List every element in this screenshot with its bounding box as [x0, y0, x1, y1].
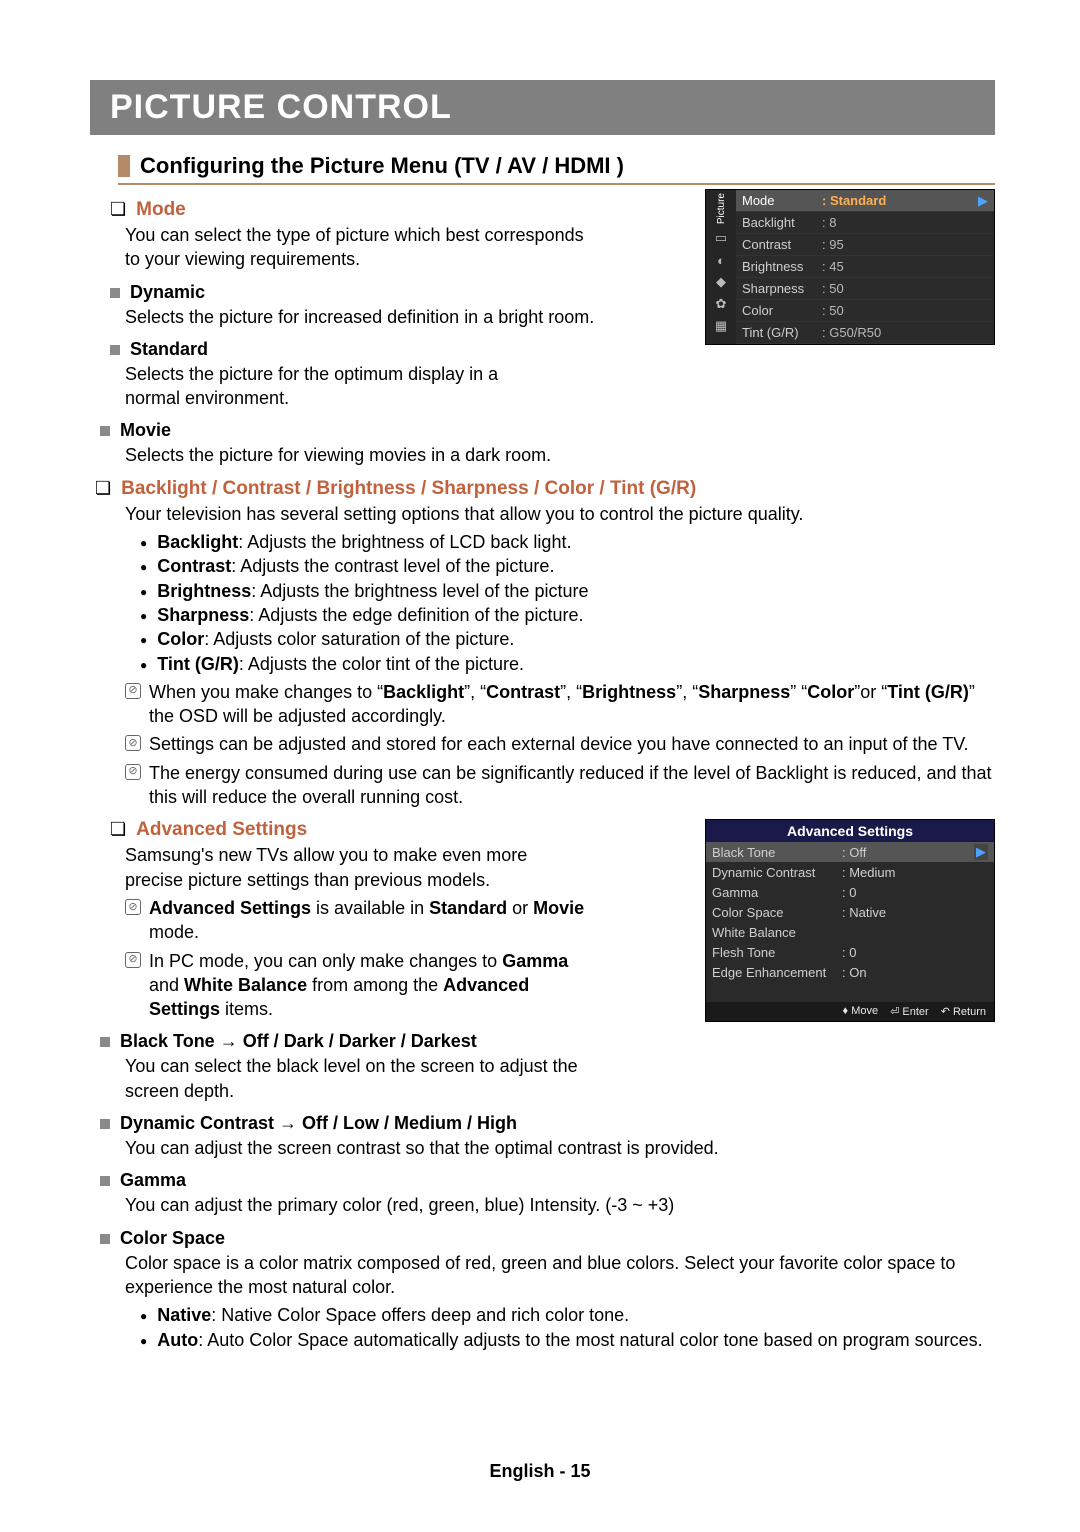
- page-footer: English - 15: [0, 1461, 1080, 1482]
- osd-rows: Mode: Standard▶ Backlight: 8 Contrast: 9…: [736, 190, 994, 344]
- square-bullet-icon: ❏: [110, 199, 126, 221]
- note: ⊘Advanced Settings is available in Stand…: [125, 896, 690, 945]
- note: ⊘In PC mode, you can only make changes t…: [125, 949, 690, 1022]
- osd-tab-label: Picture: [716, 190, 727, 227]
- dynamic-contrast-text: You can adjust the screen contrast so th…: [125, 1136, 995, 1160]
- note-icon: ⊘: [125, 764, 141, 780]
- section-heading-text: Configuring the Picture Menu (TV / AV / …: [140, 153, 624, 179]
- note: ⊘When you make changes to “Backlight”, “…: [125, 680, 995, 729]
- osd-row: Gamma: 0: [706, 882, 994, 902]
- gray-bullet-icon: [100, 1119, 110, 1129]
- standard-heading: Standard: [130, 339, 208, 360]
- gray-bullet-icon: [100, 1176, 110, 1186]
- osd-advanced-title: Advanced Settings: [706, 820, 994, 842]
- black-tone-text: You can select the black level on the sc…: [125, 1054, 595, 1103]
- arrow-right-icon: ▶: [978, 193, 988, 209]
- advanced-intro: Samsung's new TVs allow you to make even…: [125, 843, 575, 892]
- gray-bullet-icon: [110, 345, 120, 355]
- input-icon: ▦: [708, 315, 734, 337]
- osd-row: Flesh Tone: 0: [706, 942, 994, 962]
- square-bullet-icon: ❏: [110, 819, 126, 841]
- osd-row: Black Tone: Off▶: [706, 842, 994, 862]
- return-hint: ↶ Return: [941, 1005, 986, 1018]
- page-title: PICTURE CONTROL: [90, 80, 995, 135]
- note-icon: ⊘: [125, 952, 141, 968]
- dynamic-contrast-heading: Dynamic Contrast → Off / Low / Medium / …: [120, 1113, 517, 1134]
- section-heading: Configuring the Picture Menu (TV / AV / …: [118, 153, 995, 185]
- picture-icon: ▭: [708, 227, 734, 249]
- black-tone-heading: Black Tone → Off / Dark / Darker / Darke…: [120, 1031, 477, 1052]
- note-icon: ⊘: [125, 899, 141, 915]
- arrow-right-icon: ▶: [974, 844, 988, 860]
- osd-row: Backlight: 8: [736, 212, 994, 234]
- dynamic-heading: Dynamic: [130, 282, 205, 303]
- note-icon: ⊘: [125, 735, 141, 751]
- osd-row: Contrast: 95: [736, 234, 994, 256]
- channel-icon: ◆: [708, 271, 734, 293]
- osd-picture-thumbnail: Picture ▭ ◐ ◆ ✿ ▦ Mode: Standard▶ Backli…: [705, 189, 995, 345]
- gray-bullet-icon: [110, 288, 120, 298]
- list-item: Contrast: Adjusts the contrast level of …: [140, 554, 995, 578]
- list-item: Sharpness: Adjusts the edge definition o…: [140, 603, 995, 627]
- note: ⊘Settings can be adjusted and stored for…: [125, 732, 995, 756]
- gray-bullet-icon: [100, 1037, 110, 1047]
- color-space-text: Color space is a color matrix composed o…: [125, 1251, 995, 1300]
- osd-advanced-thumbnail: Advanced Settings Black Tone: Off▶ Dynam…: [705, 819, 995, 1022]
- osd-row: White Balance: [706, 922, 994, 942]
- osd-row: Dynamic Contrast: Medium: [706, 862, 994, 882]
- osd-row: Brightness: 45: [736, 256, 994, 278]
- standard-text: Selects the picture for the optimum disp…: [125, 362, 555, 411]
- osd-row: Tint (G/R): G50/R50: [736, 322, 994, 344]
- gamma-heading: Gamma: [120, 1170, 186, 1191]
- list-item: Backlight: Adjusts the brightness of LCD…: [140, 530, 995, 554]
- move-hint: ♦ Move: [843, 1005, 879, 1018]
- osd-row-empty: [706, 982, 994, 1002]
- adjustments-heading: Backlight / Contrast / Brightness / Shar…: [121, 478, 696, 500]
- advanced-heading: Advanced Settings: [136, 819, 307, 841]
- osd-row: Color Space: Native: [706, 902, 994, 922]
- list-item: Tint (G/R): Adjusts the color tint of th…: [140, 652, 995, 676]
- osd-row: Color: 50: [736, 300, 994, 322]
- osd-row: Sharpness: 50: [736, 278, 994, 300]
- list-item: Native: Native Color Space offers deep a…: [140, 1303, 995, 1327]
- gamma-text: You can adjust the primary color (red, g…: [125, 1193, 995, 1217]
- movie-text: Selects the picture for viewing movies i…: [125, 443, 995, 467]
- note: ⊘The energy consumed during use can be s…: [125, 761, 995, 810]
- color-space-heading: Color Space: [120, 1228, 225, 1249]
- accent-marker: [118, 155, 130, 177]
- note-icon: ⊘: [125, 683, 141, 699]
- gray-bullet-icon: [100, 1234, 110, 1244]
- list-item: Color: Adjusts color saturation of the p…: [140, 627, 995, 651]
- sound-icon: ◐: [708, 249, 734, 271]
- setup-icon: ✿: [708, 293, 734, 315]
- list-item: Auto: Auto Color Space automatically adj…: [140, 1328, 995, 1352]
- square-bullet-icon: ❏: [95, 478, 111, 500]
- osd-row: Edge Enhancement: On: [706, 962, 994, 982]
- adjustments-intro: Your television has several setting opti…: [125, 502, 995, 526]
- movie-heading: Movie: [120, 420, 171, 441]
- list-item: Brightness: Adjusts the brightness level…: [140, 579, 995, 603]
- osd-footer: ♦ Move ⏎ Enter ↶ Return: [706, 1002, 994, 1021]
- mode-intro: You can select the type of picture which…: [125, 223, 595, 272]
- mode-heading: Mode: [136, 199, 186, 221]
- gray-bullet-icon: [100, 426, 110, 436]
- osd-row: Mode: Standard▶: [736, 190, 994, 212]
- enter-hint: ⏎ Enter: [890, 1005, 929, 1018]
